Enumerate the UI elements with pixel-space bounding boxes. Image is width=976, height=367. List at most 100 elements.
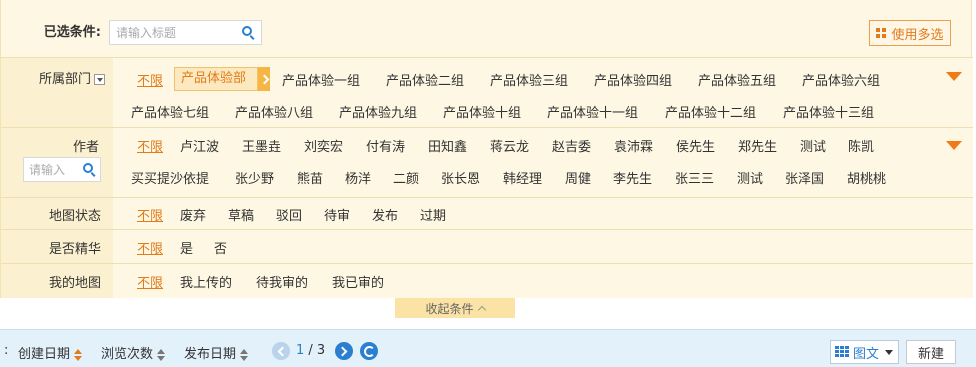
sort-arrows-icon [74,348,83,361]
map-status-option[interactable]: 驳回 [276,205,302,224]
grid-view-icon [835,346,849,358]
title-search-input[interactable] [110,21,230,44]
department-option[interactable]: 产品体验十二组 [665,102,756,121]
author-option[interactable]: 陈凯 [848,136,874,155]
dropdown-icon[interactable] [94,74,105,85]
author-search-box [23,157,101,182]
author-option[interactable]: 田知鑫 [428,136,467,155]
author-option[interactable]: 刘奕宏 [304,136,343,155]
department-row: 所属部门 不限 产品体验部 产品体验一组 产品体验二组 产品体验三组 产品体验四… [1,57,973,127]
department-label: 所属部门 [39,68,105,87]
department-option[interactable]: 产品体验九组 [339,102,417,121]
expand-arrow-icon[interactable] [946,141,962,150]
sort-arrows-icon [240,348,249,361]
map-status-option[interactable]: 发布 [372,205,398,224]
sort-created-date[interactable]: 创建日期 [18,343,83,362]
view-mode-select[interactable]: 图文 [830,340,899,364]
author-option[interactable]: 张泽国 [785,168,824,187]
author-option[interactable]: 蒋云龙 [490,136,529,155]
map-status-option[interactable]: 废弃 [180,205,206,224]
department-option[interactable]: 产品体验十一组 [547,102,638,121]
my-maps-option[interactable]: 待我审的 [256,272,308,291]
view-mode-label: 图文 [853,346,880,362]
essence-label: 是否精华 [48,242,101,257]
author-option[interactable]: 赵吉委 [552,136,591,155]
author-option[interactable]: 张少野 [235,168,274,187]
department-option[interactable]: 产品体验二组 [386,70,464,89]
department-option[interactable]: 产品体验十三组 [783,102,874,121]
chip-expand-icon[interactable] [258,67,270,91]
map-status-option[interactable]: 过期 [420,205,446,224]
author-row: 作者 不限 卢江波 王墨垚 刘奕宏 付有涛 田知鑫 蒋云龙 赵吉委 袁沛霖 侯先… [1,127,973,197]
list-toolbar: : 创建日期 浏览次数 发布日期 1 / 3 图文 新建 [0,329,976,367]
department-option[interactable]: 产品体验十组 [443,102,521,121]
next-page-icon[interactable] [335,342,353,360]
page-indicator: 1 / 3 [296,343,326,358]
department-option[interactable]: 产品体验七组 [131,102,209,121]
map-status-row: 地图状态 不限 废弃 草稿 驳回 待审 发布 过期 [1,197,973,229]
map-status-option[interactable]: 草稿 [228,205,254,224]
author-option[interactable]: 测试 [737,168,763,187]
chevron-up-icon [477,305,486,315]
map-status-unlimited[interactable]: 不限 [137,205,163,224]
department-option[interactable]: 产品体验五组 [698,70,776,89]
my-maps-option[interactable]: 我上传的 [180,272,232,291]
sort-published-date[interactable]: 发布日期 [184,343,249,362]
department-option[interactable]: 产品体验四组 [594,70,672,89]
my-maps-unlimited[interactable]: 不限 [137,272,163,291]
author-option[interactable]: 袁沛霖 [614,136,653,155]
author-option[interactable]: 张三三 [675,168,714,187]
map-status-label: 地图状态 [48,209,101,224]
selected-conditions-row: 已选条件: 使用多选 [1,0,973,57]
my-maps-row: 我的地图 不限 我上传的 待我审的 我已审的 [1,263,973,298]
search-icon[interactable] [242,26,256,40]
expand-arrow-icon[interactable] [946,72,962,81]
author-label: 作者 [72,140,99,155]
author-option[interactable]: 二颜 [393,168,419,187]
collapse-label: 收起条件 [425,301,474,316]
author-option[interactable]: 李先生 [613,168,652,187]
chevron-down-icon [885,349,894,355]
sort-arrows-icon [157,348,166,361]
essence-unlimited[interactable]: 不限 [137,238,163,257]
author-option[interactable]: 熊苗 [297,168,323,187]
department-option[interactable]: 产品体验六组 [802,70,880,89]
multi-select-button[interactable]: 使用多选 [869,20,951,46]
author-option[interactable]: 胡桃桃 [847,168,886,187]
author-option[interactable]: 买买提沙依提 [131,168,209,187]
collapse-conditions-button[interactable]: 收起条件 [395,298,515,318]
toolbar-prefix: : [4,343,9,358]
author-option[interactable]: 付有涛 [366,136,405,155]
department-option[interactable]: 产品体验八组 [235,102,313,121]
author-option[interactable]: 周健 [565,168,591,187]
department-option[interactable]: 产品体验一组 [282,70,360,89]
author-option[interactable]: 侯先生 [676,136,715,155]
prev-page-icon[interactable] [272,342,290,360]
essence-row: 是否精华 不限 是 否 [1,229,973,263]
multi-select-label: 使用多选 [891,27,944,43]
author-option[interactable]: 王墨垚 [242,136,281,155]
essence-option[interactable]: 否 [214,238,227,257]
author-search-input[interactable] [24,158,79,181]
author-option[interactable]: 郑先生 [738,136,777,155]
map-status-option[interactable]: 待审 [324,205,350,224]
author-unlimited[interactable]: 不限 [137,136,163,155]
title-search-box [109,20,262,45]
department-unlimited[interactable]: 不限 [137,70,163,89]
department-selected-chip[interactable]: 产品体验部 [174,67,258,91]
grid-icon [876,28,887,38]
refresh-icon[interactable] [360,342,378,360]
search-icon[interactable] [83,163,97,177]
author-option[interactable]: 韩经理 [503,168,542,187]
filter-panel: 已选条件: 使用多选 所属部门 不限 产品体验部 产品体验一组 产品体验二组 产… [0,0,973,298]
my-maps-option[interactable]: 我已审的 [332,272,384,291]
author-option[interactable]: 卢江波 [180,136,219,155]
essence-option[interactable]: 是 [180,238,193,257]
author-option[interactable]: 杨洋 [345,168,371,187]
author-option[interactable]: 测试 [800,136,826,155]
sort-view-count[interactable]: 浏览次数 [101,343,166,362]
author-option[interactable]: 张长恩 [441,168,480,187]
selected-conditions-label: 已选条件: [43,25,101,40]
new-button[interactable]: 新建 [906,340,956,364]
department-option[interactable]: 产品体验三组 [490,70,568,89]
